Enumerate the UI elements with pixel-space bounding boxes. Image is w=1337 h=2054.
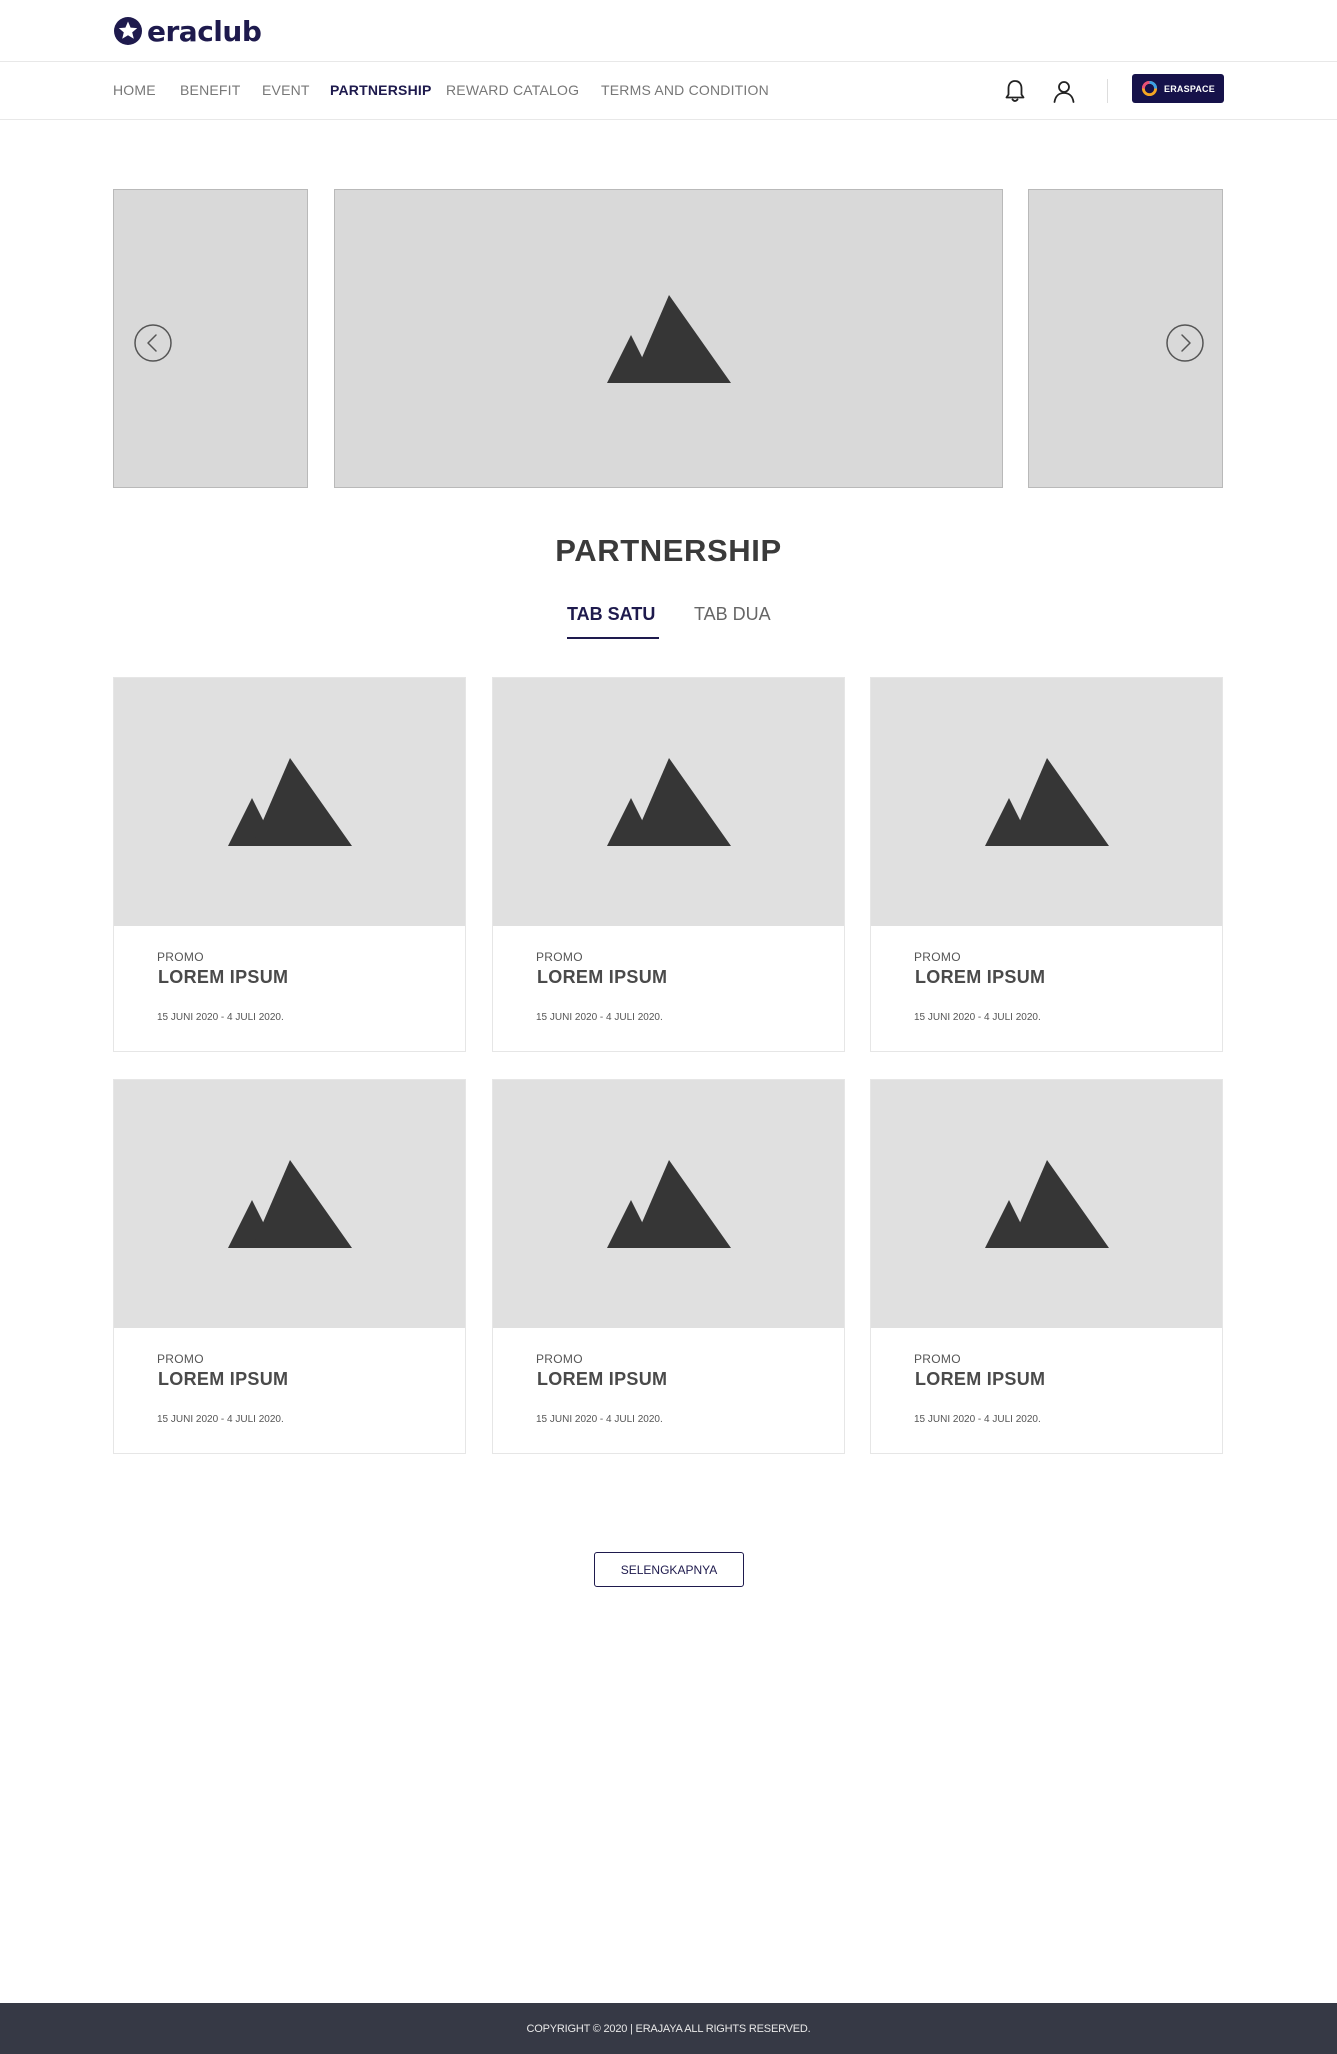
card-image	[114, 678, 465, 926]
selengkapnya-button[interactable]: SELENGKAPNYA	[594, 1552, 744, 1587]
card-title: LOREM IPSUM	[158, 967, 289, 987]
footer: COPYRIGHT © 2020 | ERAJAYA ALL RIGHTS RE…	[0, 2003, 1337, 2054]
eraspace-logo-icon	[1141, 80, 1158, 97]
image-placeholder-icon	[984, 1160, 1109, 1248]
promo-card[interactable]: PROMO LOREM IPSUM 15 JUNI 2020 - 4 JULI …	[113, 677, 466, 1052]
main-nav: HOME BENEFIT EVENT PARTNERSHIP REWARD CA…	[0, 62, 1337, 120]
card-title: LOREM IPSUM	[915, 1369, 1046, 1389]
promo-card[interactable]: PROMO LOREM IPSUM 15 JUNI 2020 - 4 JULI …	[492, 677, 845, 1052]
top-header: eraclub	[0, 0, 1337, 62]
image-placeholder-icon	[227, 1160, 352, 1248]
card-date: 15 JUNI 2020 - 4 JULI 2020.	[914, 1012, 1041, 1023]
card-category: PROMO	[157, 1352, 204, 1366]
card-image	[493, 1080, 844, 1328]
logo-text: eraclub	[147, 14, 262, 48]
card-title: LOREM IPSUM	[537, 967, 668, 987]
promo-card[interactable]: PROMO LOREM IPSUM 15 JUNI 2020 - 4 JULI …	[870, 1079, 1223, 1454]
nav-item-terms[interactable]: TERMS AND CONDITION	[601, 82, 769, 98]
card-image	[871, 678, 1222, 926]
card-image	[493, 678, 844, 926]
section-title: PARTNERSHIP	[555, 533, 782, 568]
star-circle-icon	[114, 17, 142, 45]
tab-satu[interactable]: TAB SATU	[567, 604, 659, 639]
image-placeholder-icon	[606, 1160, 731, 1248]
tab-dua[interactable]: TAB DUA	[694, 604, 771, 637]
image-placeholder-icon	[227, 758, 352, 846]
card-date: 15 JUNI 2020 - 4 JULI 2020.	[536, 1012, 663, 1023]
nav-item-benefit[interactable]: BENEFIT	[180, 82, 241, 98]
image-placeholder-icon	[984, 758, 1109, 846]
nav-item-reward-catalog[interactable]: REWARD CATALOG	[446, 82, 579, 98]
card-image	[114, 1080, 465, 1328]
card-category: PROMO	[536, 1352, 583, 1366]
carousel-slide-active[interactable]	[334, 189, 1003, 488]
card-category: PROMO	[914, 950, 961, 964]
promo-card[interactable]: PROMO LOREM IPSUM 15 JUNI 2020 - 4 JULI …	[492, 1079, 845, 1454]
nav-item-event[interactable]: EVENT	[262, 82, 310, 98]
eraclub-logo[interactable]: eraclub	[113, 14, 262, 48]
user-icon[interactable]	[1051, 78, 1077, 104]
card-category: PROMO	[157, 950, 204, 964]
card-date: 15 JUNI 2020 - 4 JULI 2020.	[914, 1414, 1041, 1425]
bell-icon[interactable]	[1002, 78, 1028, 104]
nav-item-partnership[interactable]: PARTNERSHIP	[330, 82, 432, 98]
card-date: 15 JUNI 2020 - 4 JULI 2020.	[536, 1414, 663, 1425]
promo-card[interactable]: PROMO LOREM IPSUM 15 JUNI 2020 - 4 JULI …	[870, 677, 1223, 1052]
image-placeholder-icon	[606, 758, 731, 846]
card-category: PROMO	[914, 1352, 961, 1366]
card-category: PROMO	[536, 950, 583, 964]
card-title: LOREM IPSUM	[158, 1369, 289, 1389]
image-placeholder-icon	[606, 294, 731, 383]
promo-card[interactable]: PROMO LOREM IPSUM 15 JUNI 2020 - 4 JULI …	[113, 1079, 466, 1454]
chevron-right-icon[interactable]	[1166, 324, 1204, 362]
nav-divider	[1107, 79, 1108, 103]
card-title: LOREM IPSUM	[915, 967, 1046, 987]
nav-item-home[interactable]: HOME	[113, 82, 156, 98]
card-date: 15 JUNI 2020 - 4 JULI 2020.	[157, 1012, 284, 1023]
eraspace-label: ERASPACE	[1164, 83, 1215, 94]
copyright-text: COPYRIGHT © 2020 | ERAJAYA ALL RIGHTS RE…	[526, 2022, 811, 2035]
card-image	[871, 1080, 1222, 1328]
chevron-left-icon[interactable]	[134, 324, 172, 362]
eraspace-button[interactable]: ERASPACE	[1132, 74, 1224, 103]
card-title: LOREM IPSUM	[537, 1369, 668, 1389]
card-date: 15 JUNI 2020 - 4 JULI 2020.	[157, 1414, 284, 1425]
